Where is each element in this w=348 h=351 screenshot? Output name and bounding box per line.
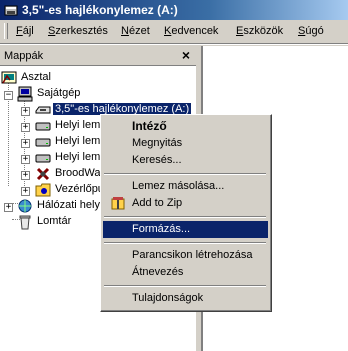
expand-toggle[interactable]: + (21, 171, 30, 180)
menu-separator (104, 242, 266, 244)
tree-label: BroodWar (55, 167, 105, 179)
menu-item-open[interactable]: Megnyitás (103, 135, 268, 152)
menu-item-copy-disk[interactable]: Lemez másolása... (103, 178, 268, 195)
title-bar: 3,5"-es hajlékonylemez (A:) (0, 0, 348, 20)
expand-toggle[interactable]: + (21, 139, 30, 148)
close-icon[interactable]: × (182, 47, 190, 63)
folders-title: Mappák (4, 50, 44, 62)
floppy-icon (4, 5, 18, 16)
context-menu: Intéző Megnyitás Keresés... Lemez másolá… (100, 114, 272, 312)
tree-label: Lomtár (37, 215, 72, 227)
menu-item-explore[interactable]: Intéző (103, 118, 268, 135)
menu-tools[interactable]: Eszközök (236, 25, 283, 37)
tree-label: Sajátgép (37, 87, 81, 99)
recycle-bin-icon (19, 215, 31, 230)
menu-view[interactable]: Nézet (121, 25, 150, 37)
menu-separator (104, 173, 266, 175)
hard-disk-icon (35, 138, 51, 147)
menu-bar: Fájl Szerkesztés Nézet Kedvencek Eszközö… (0, 20, 348, 42)
expand-toggle[interactable]: + (21, 187, 30, 196)
menu-item-add-zip[interactable]: Add to Zip (103, 195, 268, 212)
menu-item-create-shortcut[interactable]: Parancsikon létrehozása (103, 247, 268, 264)
menu-file[interactable]: Fájl (16, 25, 34, 37)
floppy-drive-icon (35, 106, 51, 114)
desktop-icon (1, 71, 17, 84)
menu-help[interactable]: Súgó (298, 25, 324, 37)
folders-header: Mappák × (0, 46, 196, 66)
collapse-toggle[interactable]: − (4, 91, 13, 100)
network-icon (18, 199, 32, 213)
expand-toggle[interactable]: + (21, 107, 30, 116)
menu-edit[interactable]: Szerkesztés (48, 25, 108, 37)
menu-item-format[interactable]: Formázás... (103, 221, 268, 238)
menu-favorites[interactable]: Kedvencek (164, 25, 218, 37)
menu-item-search[interactable]: Keresés... (103, 152, 268, 169)
control-panel-icon (35, 183, 51, 197)
cd-drive-icon (36, 167, 50, 181)
expand-toggle[interactable]: + (21, 155, 30, 164)
toolbar-separator (0, 43, 348, 45)
hard-disk-icon (35, 122, 51, 131)
window-title: 3,5"-es hajlékonylemez (A:) (22, 3, 178, 17)
zip-icon (111, 197, 125, 210)
menu-grip[interactable] (4, 23, 8, 39)
tree-label: Asztal (21, 71, 51, 83)
expand-toggle[interactable]: + (21, 123, 30, 132)
menu-item-properties[interactable]: Tulajdonságok (103, 290, 268, 307)
menu-item-rename[interactable]: Átnevezés (103, 264, 268, 281)
hard-disk-icon (35, 154, 51, 163)
menu-separator (104, 285, 266, 287)
menu-separator (104, 216, 266, 218)
expand-toggle[interactable]: + (4, 203, 13, 212)
computer-icon (17, 86, 33, 102)
